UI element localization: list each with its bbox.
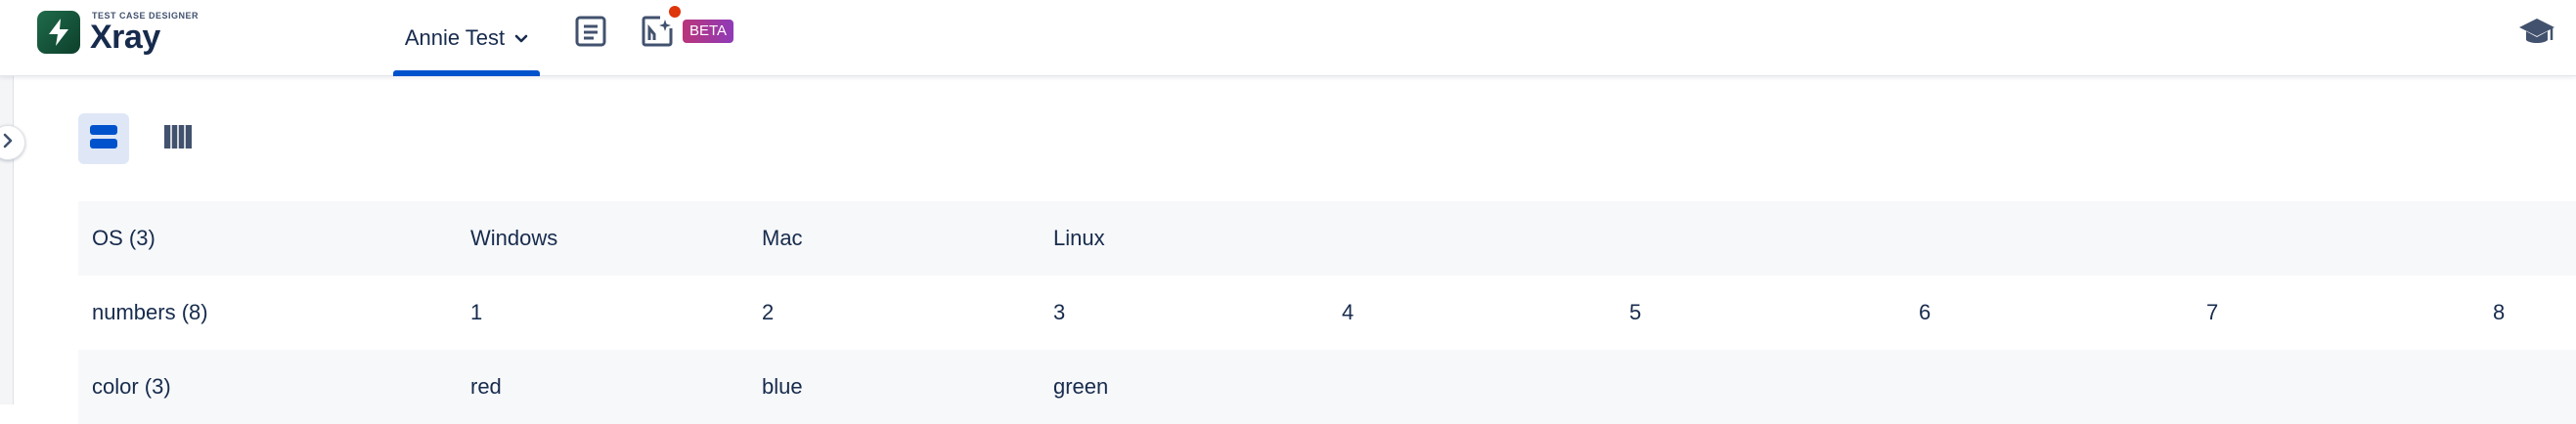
- parameter-name[interactable]: color (3): [92, 350, 171, 424]
- top-navigation-bar: TEST CASE DESIGNER Xray Annie Test BETA: [0, 0, 2576, 76]
- notification-dot: [669, 6, 681, 18]
- parameter-name[interactable]: OS (3): [92, 201, 155, 276]
- expand-sidebar-button[interactable]: [0, 125, 25, 160]
- lightning-bolt-icon: [37, 11, 80, 54]
- parameter-row-color[interactable]: color (3) red blue green: [78, 350, 2576, 424]
- logo-name: Xray: [90, 19, 160, 56]
- parameter-name[interactable]: numbers (8): [92, 276, 208, 350]
- learning-button[interactable]: [2515, 14, 2558, 53]
- parameter-value[interactable]: 6: [1919, 276, 1931, 350]
- columns-view-icon: [162, 123, 194, 155]
- beta-badge: BETA: [683, 20, 734, 43]
- parameter-value[interactable]: red: [470, 350, 502, 424]
- parameter-value[interactable]: 1: [470, 276, 482, 350]
- chevron-right-icon: [2, 133, 14, 153]
- parameter-value[interactable]: Mac: [762, 201, 803, 276]
- parameter-value[interactable]: blue: [762, 350, 803, 424]
- rows-view-toggle[interactable]: [78, 113, 129, 164]
- graduation-cap-icon: [2517, 15, 2556, 53]
- rows-view-icon: [88, 123, 119, 155]
- parameter-value[interactable]: 7: [2206, 276, 2218, 350]
- parameter-value[interactable]: 2: [762, 276, 774, 350]
- parameter-value[interactable]: 3: [1053, 276, 1065, 350]
- parameter-value[interactable]: green: [1053, 350, 1108, 424]
- ai-assistant-button[interactable]: [636, 12, 679, 55]
- columns-view-toggle[interactable]: [153, 113, 203, 164]
- document-button[interactable]: [571, 14, 610, 53]
- chevron-down-icon: [514, 24, 528, 50]
- project-selector-tab[interactable]: Annie Test: [393, 0, 540, 76]
- parameter-value[interactable]: 5: [1629, 276, 1641, 350]
- parameter-row-os[interactable]: OS (3) Windows Mac Linux: [78, 201, 2576, 276]
- project-label: Annie Test: [404, 25, 506, 50]
- parameter-value[interactable]: 8: [2493, 276, 2505, 350]
- parameter-value[interactable]: 4: [1342, 276, 1354, 350]
- parameter-value[interactable]: Linux: [1053, 201, 1105, 276]
- ai-assistant-icon: [641, 15, 674, 53]
- document-icon: [574, 15, 607, 53]
- parameter-value[interactable]: Windows: [470, 201, 557, 276]
- parameter-row-numbers[interactable]: numbers (8) 1 2 3 4 5 6 7 8: [78, 276, 2576, 350]
- app-logo[interactable]: TEST CASE DESIGNER Xray: [37, 10, 207, 56]
- active-tab-indicator: [393, 70, 540, 76]
- parameters-table: OS (3) Windows Mac Linux numbers (8) 1 2…: [78, 201, 2576, 424]
